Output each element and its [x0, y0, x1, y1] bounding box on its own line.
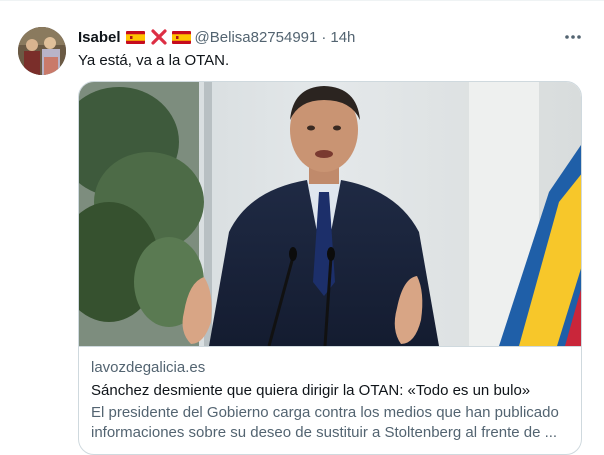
card-description-line: informaciones sobre su deseo de sustitui…: [91, 424, 558, 441]
card-domain: lavozdegalicia.es: [91, 359, 206, 376]
card-title: Sánchez desmiente que quiera dirigir la …: [91, 382, 531, 399]
tweet-header: Isabel @Belisa82754991 · 14h: [78, 26, 355, 48]
header-separator: ·: [321, 28, 327, 46]
tweet-text: Ya está, va a la OTAN.: [78, 52, 230, 69]
author-name[interactable]: Isabel: [78, 29, 121, 46]
tweet-container[interactable]: Isabel @Belisa82754991 · 14h Ya está, va…: [0, 0, 604, 455]
spain-flag-icon: [171, 30, 191, 44]
card-description-line: El presidente del Gobierno carga contra …: [91, 404, 559, 421]
red-x-icon: [150, 29, 167, 45]
card-description: El presidente del Gobierno carga contra …: [91, 403, 571, 443]
card-image[interactable]: [79, 82, 581, 346]
author-handle[interactable]: @Belisa82754991: [195, 29, 318, 46]
more-options-icon[interactable]: [558, 27, 588, 47]
card-meta[interactable]: lavozdegalicia.es Sánchez desmiente que …: [79, 346, 581, 454]
spain-flag-icon: [125, 30, 145, 44]
tweet-timestamp[interactable]: 14h: [330, 29, 355, 46]
author-avatar[interactable]: [18, 27, 66, 75]
link-preview-card[interactable]: lavozdegalicia.es Sánchez desmiente que …: [78, 81, 582, 455]
